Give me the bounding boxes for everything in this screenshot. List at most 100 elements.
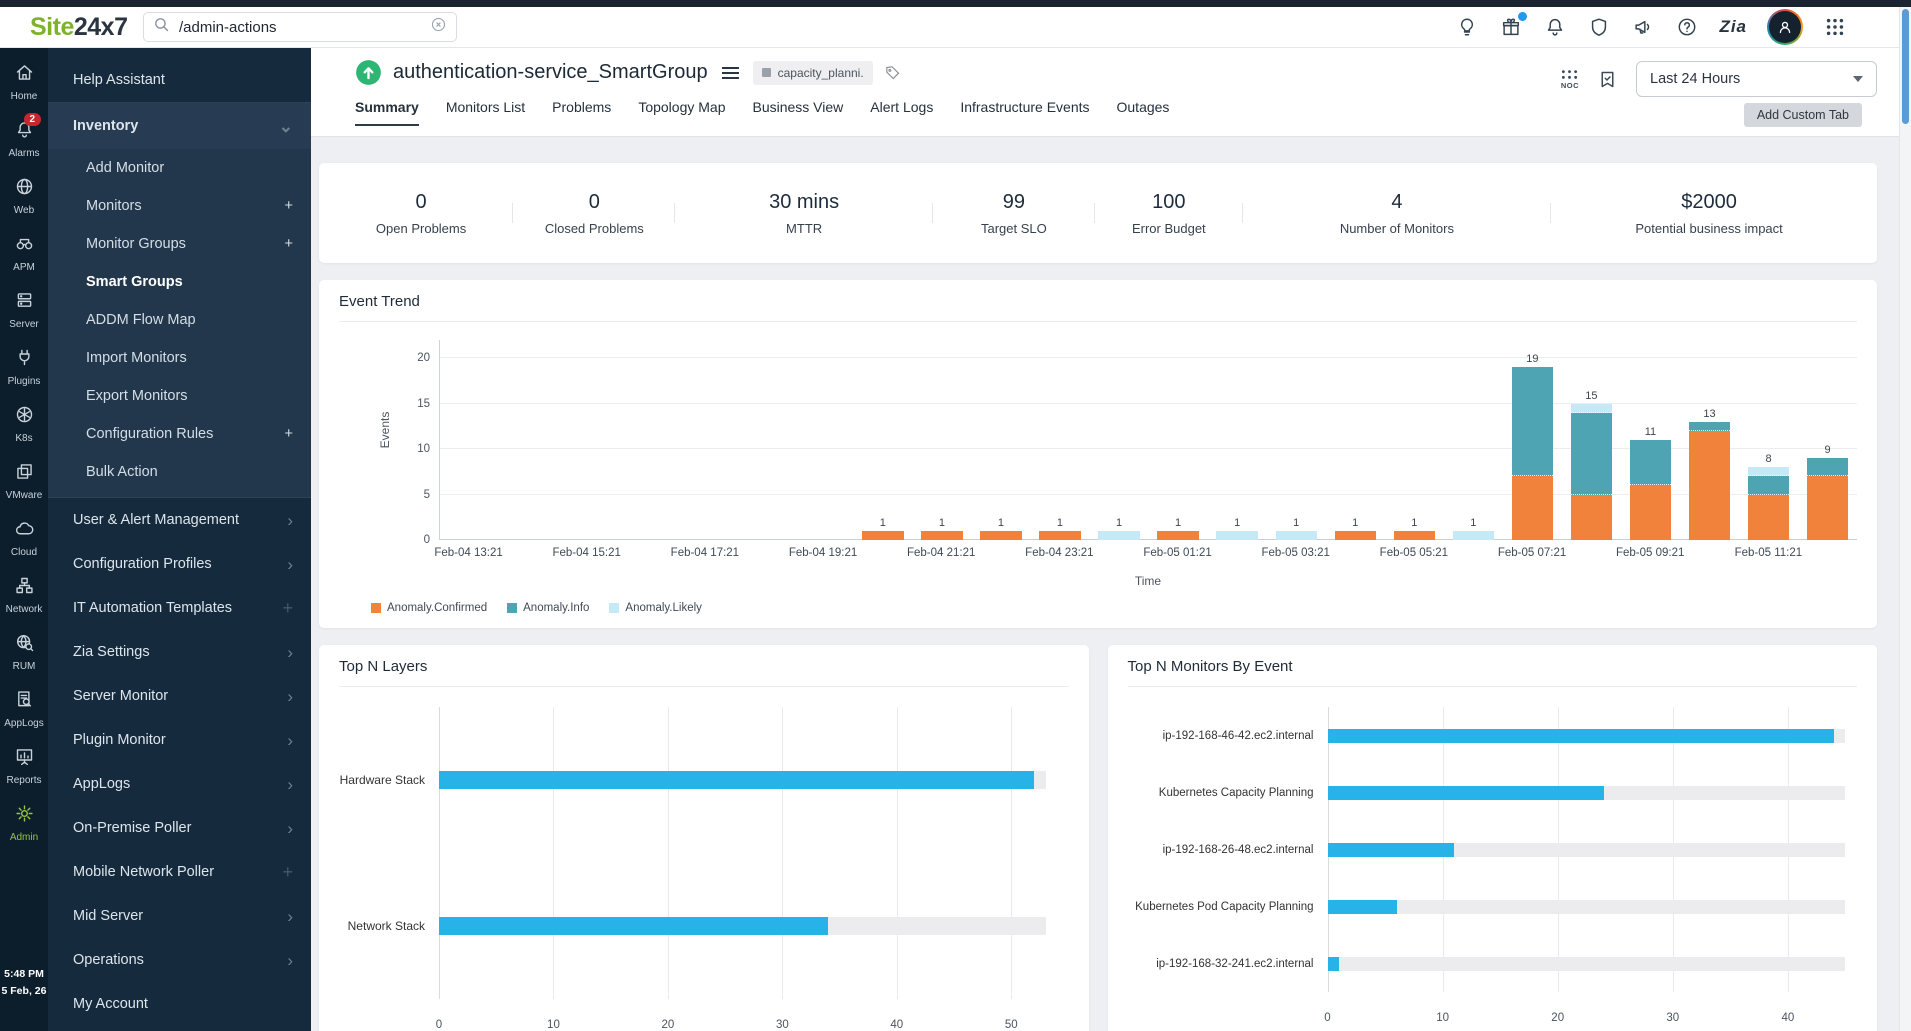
tab-problems[interactable]: Problems <box>552 99 611 126</box>
segment-anomaly-likely <box>1571 404 1612 413</box>
sidebar-item-addm-flow-map[interactable]: ADDM Flow Map <box>48 301 311 339</box>
tab-topology-map[interactable]: Topology Map <box>638 99 725 126</box>
sidebar-item-help-assistant[interactable]: Help Assistant <box>48 58 311 102</box>
apps-grid-icon[interactable] <box>1823 15 1847 39</box>
noc-view-button[interactable]: NOC <box>1561 69 1579 90</box>
rail-item-alarms[interactable]: 2Alarms <box>0 119 48 176</box>
sidebar-item-monitors[interactable]: Monitors+ <box>48 187 311 225</box>
tab-summary[interactable]: Summary <box>355 99 419 126</box>
expand-plus-icon[interactable]: + <box>285 198 293 214</box>
bar-value-label: 1 <box>880 517 886 529</box>
expand-plus-icon[interactable]: + <box>285 236 293 252</box>
stacked-bar <box>1157 531 1198 540</box>
rail-item-label: Reports <box>6 775 41 786</box>
tab-outages[interactable]: Outages <box>1117 99 1170 126</box>
rail-item-rum[interactable]: RUM <box>0 632 48 689</box>
bar <box>1328 729 1834 743</box>
segment-anomaly-info <box>1807 458 1848 476</box>
tag-chip[interactable]: capacity_planni... <box>753 61 873 85</box>
tab-infrastructure-events[interactable]: Infrastructure Events <box>960 99 1089 126</box>
bar-area <box>1328 729 1858 743</box>
sidebar-item-label: Bulk Action <box>86 464 158 480</box>
rail-item-admin[interactable]: Admin <box>0 803 48 860</box>
sidebar-item-configuration-profiles[interactable]: Configuration Profiles› <box>48 542 311 586</box>
sidebar-item-add-monitor[interactable]: Add Monitor <box>48 149 311 187</box>
shield-icon[interactable] <box>1587 15 1611 39</box>
alarm-count-badge: 2 <box>24 113 42 126</box>
lightbulb-icon[interactable] <box>1455 15 1479 39</box>
rail-item-vmware[interactable]: VMware <box>0 461 48 518</box>
rail-item-web[interactable]: Web <box>0 176 48 233</box>
alarm-bell-icon: 2 <box>14 119 35 145</box>
tag-icon[interactable] <box>884 64 901 81</box>
sidebar-item-export-monitors[interactable]: Export Monitors <box>48 377 311 415</box>
x-tick-label: 40 <box>890 1019 903 1031</box>
sidebar-item-import-monitors[interactable]: Import Monitors <box>48 339 311 377</box>
tab-monitors-list[interactable]: Monitors List <box>446 99 525 126</box>
bookmark-check-icon[interactable] <box>1597 69 1618 90</box>
tag-color-square <box>762 68 771 77</box>
sidebar-item-monitor-groups[interactable]: Monitor Groups+ <box>48 225 311 263</box>
legend-label: Anomaly.Confirmed <box>387 602 487 614</box>
time-range-dropdown[interactable]: Last 24 Hours <box>1636 61 1877 97</box>
x-tick-label: 10 <box>1436 1012 1449 1024</box>
top-edge-strip <box>0 0 1911 7</box>
rail-item-cloud[interactable]: Cloud <box>0 518 48 575</box>
sidebar-item-applogs[interactable]: AppLogs› <box>48 762 311 806</box>
zia-logo[interactable]: Zia <box>1719 17 1747 37</box>
help-icon[interactable] <box>1675 15 1699 39</box>
sidebar-item-mobile-network-poller[interactable]: Mobile Network Poller+ <box>48 850 311 894</box>
sidebar-item-operations[interactable]: Operations› <box>48 938 311 982</box>
tab-business-view[interactable]: Business View <box>752 99 843 126</box>
bar-row-hardware-stack: Hardware Stack <box>339 707 1069 853</box>
segment-anomaly-confirmed <box>1039 531 1080 540</box>
rail-item-plugins[interactable]: Plugins <box>0 347 48 404</box>
sidebar-item-plugin-monitor[interactable]: Plugin Monitor› <box>48 718 311 762</box>
sidebar-item-bulk-action[interactable]: Bulk Action <box>48 453 311 491</box>
bar-slot: 1 <box>912 340 971 540</box>
sidebar-item-zia-settings[interactable]: Zia Settings› <box>48 630 311 674</box>
chevron-right-icon: › <box>287 688 293 705</box>
segment-anomaly-confirmed <box>980 531 1021 540</box>
rail-item-reports[interactable]: Reports <box>0 746 48 803</box>
rail-item-home[interactable]: Home <box>0 62 48 119</box>
sidebar-item-it-automation-templates[interactable]: IT Automation Templates+ <box>48 586 311 630</box>
rail-item-label: Admin <box>10 832 38 843</box>
rail-item-apm[interactable]: APM <box>0 233 48 290</box>
rail-item-applogs[interactable]: AppLogs <box>0 689 48 746</box>
megaphone-icon[interactable] <box>1631 15 1655 39</box>
rail-clock: 5:48 PM 5 Feb, 26 <box>0 966 48 999</box>
search-input[interactable] <box>177 18 423 37</box>
rail-item-label: Web <box>14 205 34 216</box>
sidebar-item-my-account[interactable]: My Account <box>48 982 311 1026</box>
rail-item-network[interactable]: Network <box>0 575 48 632</box>
bar-area <box>1328 957 1858 971</box>
sidebar-item-user-alert-management[interactable]: User & Alert Management› <box>48 498 311 542</box>
sidebar-item-mid-server[interactable]: Mid Server› <box>48 894 311 938</box>
tab-alert-logs[interactable]: Alert Logs <box>870 99 933 126</box>
avatar[interactable] <box>1767 9 1803 45</box>
sidebar-item-smart-groups[interactable]: Smart Groups <box>48 263 311 301</box>
kpi-value: 4 <box>1251 191 1544 214</box>
gift-icon[interactable] <box>1499 15 1523 39</box>
sidebar-item-inventory[interactable]: Inventory⌄ <box>48 103 311 149</box>
add-custom-tab-button[interactable]: Add Custom Tab <box>1744 103 1862 127</box>
expand-plus-icon[interactable]: + <box>282 863 293 881</box>
expand-plus-icon[interactable]: + <box>282 599 293 617</box>
bar-slot: 8 <box>1739 340 1798 540</box>
site24x7-logo[interactable]: Site24x7 <box>30 13 127 42</box>
rail-item-k8s[interactable]: K8s <box>0 404 48 461</box>
bell-icon[interactable] <box>1543 15 1567 39</box>
rail-item-server[interactable]: Server <box>0 290 48 347</box>
bar-slot <box>558 340 617 540</box>
clear-search-icon[interactable] <box>430 16 447 38</box>
sidebar-item-on-premise-poller[interactable]: On-Premise Poller› <box>48 806 311 850</box>
expand-plus-icon[interactable]: + <box>285 426 293 442</box>
sidebar-item-server-monitor[interactable]: Server Monitor› <box>48 674 311 718</box>
hamburger-menu-icon[interactable] <box>719 64 742 82</box>
bar-value-label: 13 <box>1703 408 1715 420</box>
stacked-bar <box>921 531 962 540</box>
scrollbar-thumb[interactable] <box>1902 9 1909 124</box>
search-icon <box>153 16 170 38</box>
sidebar-item-configuration-rules[interactable]: Configuration Rules+ <box>48 415 311 453</box>
